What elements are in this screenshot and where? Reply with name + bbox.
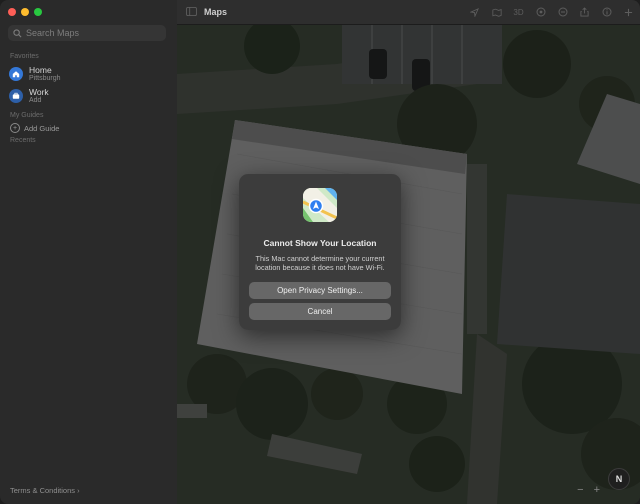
favorites-label: Favorites <box>10 53 39 60</box>
search-field[interactable] <box>8 25 166 41</box>
search-icon <box>13 28 22 37</box>
location-arrow-icon[interactable] <box>467 5 482 19</box>
house-icon <box>9 67 23 81</box>
favorite-title: Work <box>29 86 49 97</box>
location-alert-dialog: Cannot Show Your Location This Mac canno… <box>239 174 401 330</box>
compass-label: N <box>615 474 623 484</box>
maps-app-icon <box>303 188 337 222</box>
sidebar-toggle-icon[interactable] <box>186 7 197 16</box>
map-mode-icon[interactable] <box>489 5 504 19</box>
cancel-button[interactable]: Cancel <box>249 303 391 320</box>
search-input[interactable] <box>26 28 156 38</box>
zoom-in-button[interactable]: + <box>594 484 600 496</box>
terms-label: Terms & Conditions <box>10 486 76 495</box>
toolbar: Maps 3D <box>177 0 640 25</box>
compass-button[interactable]: N <box>608 468 630 490</box>
toolbar-icons: 3D <box>467 5 636 19</box>
share-icon[interactable] <box>577 5 592 19</box>
add-guide-button[interactable]: + Add Guide <box>10 123 59 133</box>
recents-label: Recents <box>10 137 36 144</box>
zoom-controls: − + <box>577 484 600 496</box>
plus-circle-icon: + <box>10 123 20 133</box>
dialog-message: This Mac cannot determine your current l… <box>255 254 385 273</box>
sidebar: Favorites Home Pittsburgh Work Add My Gu… <box>0 0 178 504</box>
terms-link[interactable]: Terms & Conditions › <box>10 486 80 495</box>
briefcase-icon <box>9 89 23 103</box>
info-icon[interactable] <box>599 5 614 19</box>
window-controls <box>8 8 42 16</box>
maximize-button[interactable] <box>34 8 42 16</box>
add-icon[interactable] <box>621 5 636 19</box>
favorite-home[interactable]: Home Pittsburgh <box>9 64 169 84</box>
zoom-icon[interactable] <box>555 5 570 19</box>
maps-window: Favorites Home Pittsburgh Work Add My Gu… <box>0 0 640 504</box>
favorite-title: Home <box>29 64 52 75</box>
favorite-subtitle: Pittsburgh <box>29 74 61 82</box>
my-guides-label: My Guides <box>10 112 44 119</box>
favorite-work[interactable]: Work Add <box>9 86 169 106</box>
dialog-title: Cannot Show Your Location <box>263 238 377 248</box>
chevron-right-icon: › <box>77 486 80 495</box>
minimize-button[interactable] <box>21 8 29 16</box>
3d-toggle[interactable]: 3D <box>511 5 526 19</box>
favorite-subtitle: Add <box>29 96 42 104</box>
window-title: Maps <box>204 7 228 17</box>
look-around-icon[interactable] <box>533 5 548 19</box>
zoom-out-button[interactable]: − <box>577 484 583 496</box>
add-guide-label: Add Guide <box>24 123 60 133</box>
open-privacy-settings-button[interactable]: Open Privacy Settings... <box>249 282 391 299</box>
close-button[interactable] <box>8 8 16 16</box>
